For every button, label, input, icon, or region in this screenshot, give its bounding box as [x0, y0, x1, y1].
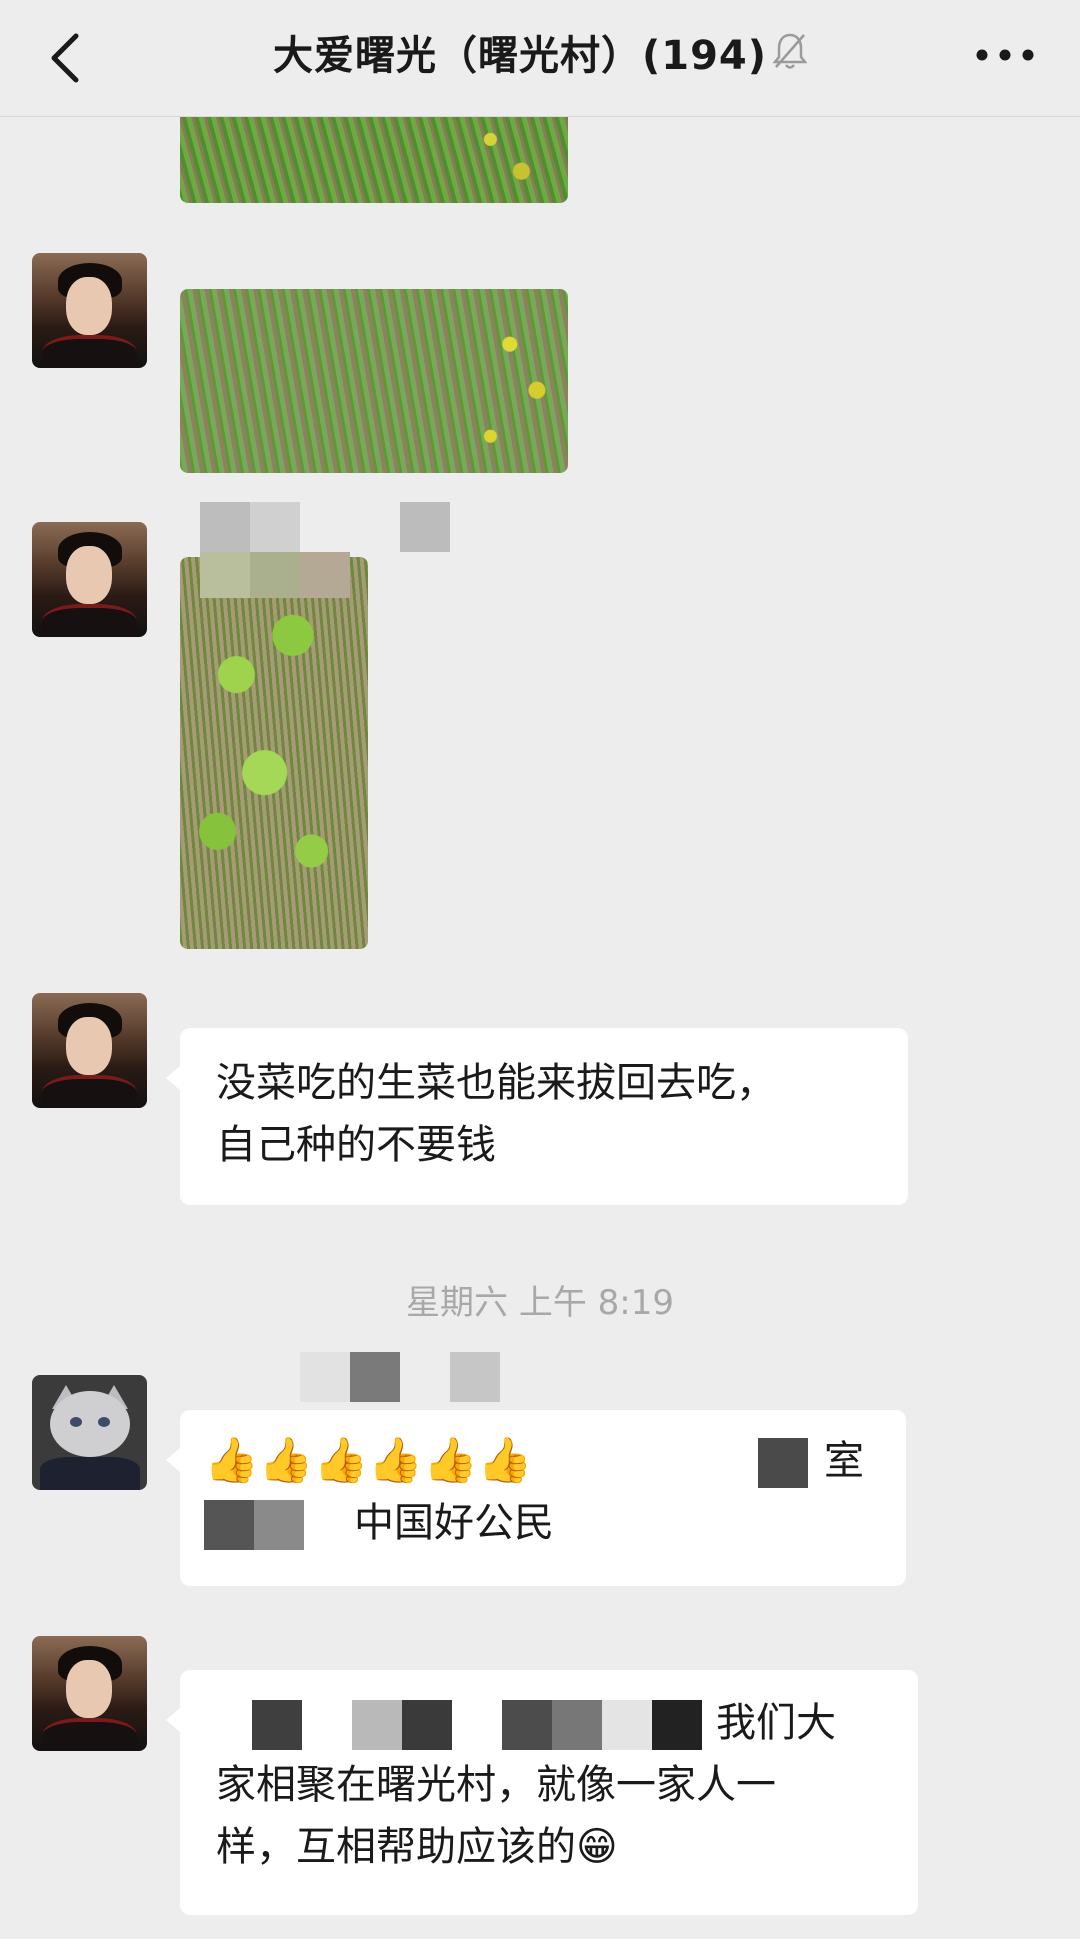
avatar[interactable] — [32, 1636, 147, 1751]
blurred-region — [254, 1500, 304, 1550]
blurred-region — [204, 1500, 254, 1550]
blurred-region — [402, 1700, 452, 1750]
message-bubble[interactable]: 👍👍👍👍👍👍 室 中国好公民 — [166, 1410, 906, 1586]
chat-message-list[interactable]: 没菜吃的生菜也能来拔回去吃， 自己种的不要钱 星期六 上午 8:19 👍👍👍👍👍… — [0, 117, 1080, 1939]
avatar[interactable] — [32, 253, 147, 368]
message-text: 室 — [824, 1438, 864, 1484]
blurred-region — [552, 1700, 602, 1750]
blurred-region — [252, 1700, 302, 1750]
thumbs-up-icon: 👍👍👍👍👍👍 — [204, 1435, 533, 1486]
message-bubble[interactable]: 我们大 家相聚在曙光村，就像一家人一 样，互相帮助应该的😁 — [166, 1670, 918, 1915]
avatar[interactable] — [32, 1375, 147, 1490]
message-text: 我们大 — [716, 1700, 836, 1746]
blurred-region — [502, 1700, 552, 1750]
message-bubble[interactable]: 没菜吃的生菜也能来拔回去吃， 自己种的不要钱 — [166, 1028, 908, 1205]
message-text: 没菜吃的生菜也能来拔回去吃， — [216, 1060, 776, 1106]
avatar[interactable] — [32, 993, 147, 1108]
blurred-sender-name — [200, 502, 450, 552]
message-text: 家相聚在曙光村，就像一家人一 — [216, 1762, 776, 1808]
message-timestamp: 星期六 上午 8:19 — [406, 1283, 674, 1323]
avatar[interactable] — [32, 522, 147, 637]
message-image[interactable] — [180, 289, 568, 473]
grin-emoji-icon: 😁 — [576, 1824, 618, 1870]
chat-header: 大爱曙光（曙光村）(194) — [0, 0, 1080, 117]
more-dots-icon — [976, 49, 1034, 61]
message-image[interactable] — [180, 117, 568, 203]
blurred-sender-name — [300, 1352, 500, 1402]
message-text: 中国好公民 — [354, 1500, 554, 1546]
bell-muted-icon — [772, 2, 808, 114]
blurred-region — [352, 1700, 402, 1750]
blurred-region — [200, 552, 350, 598]
blurred-region — [758, 1438, 808, 1488]
message-image[interactable] — [180, 557, 368, 949]
blurred-region — [602, 1700, 652, 1750]
blurred-region — [652, 1700, 702, 1750]
chat-title-text: 大爱曙光（曙光村）(194) — [272, 33, 768, 79]
chat-title: 大爱曙光（曙光村）(194) — [0, 0, 1080, 116]
message-text: 样，互相帮助应该的 — [216, 1824, 576, 1870]
more-button[interactable] — [970, 40, 1040, 70]
message-text: 自己种的不要钱 — [216, 1122, 496, 1168]
